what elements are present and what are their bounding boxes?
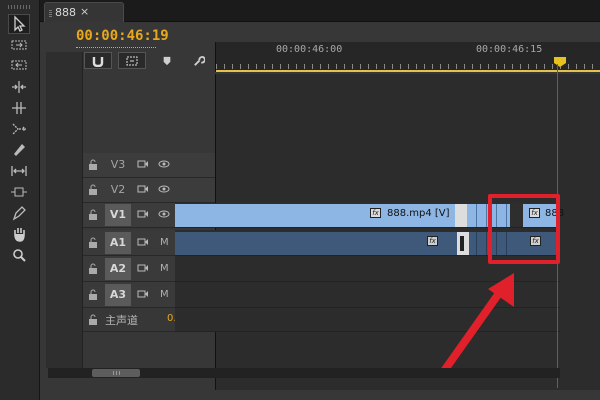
tab-grip[interactable]: [49, 9, 52, 17]
scrollbar-thumb[interactable]: [92, 369, 140, 377]
mute-button[interactable]: M: [160, 263, 169, 274]
track-name-v2[interactable]: V2: [105, 179, 131, 201]
mute-button[interactable]: M: [160, 289, 169, 300]
track-name-a3[interactable]: A3: [105, 284, 131, 306]
selection-tool-icon[interactable]: [8, 14, 30, 34]
linked-selection-button[interactable]: [118, 52, 146, 69]
tab-label: 888: [55, 6, 76, 19]
pen-icon[interactable]: [8, 203, 30, 223]
ruler-label-2: 00:00:46:15: [476, 44, 543, 55]
annotation-arrow-icon: [440, 273, 514, 375]
track-name-v1[interactable]: V1: [105, 204, 131, 226]
work-area-bar[interactable]: [216, 70, 600, 72]
ruler-label-1: 00:00:46:00: [276, 44, 343, 55]
linked-selection-icon: [126, 56, 138, 65]
lock-icon: [89, 209, 97, 220]
razor-icon[interactable]: [8, 140, 30, 160]
video-clip[interactable]: fx 888.mp4 [V]: [175, 204, 455, 227]
snap-button[interactable]: [84, 52, 112, 69]
lock-icon: [89, 263, 97, 274]
track-name-a1[interactable]: A1: [105, 232, 131, 254]
marker-icon[interactable]: [159, 53, 175, 69]
lock-icon: [89, 184, 97, 195]
eye-icon[interactable]: [158, 159, 170, 172]
snap-icon: [92, 56, 104, 67]
panel-grip[interactable]: [8, 5, 32, 9]
sequence-tab-bar: 888 ×: [40, 0, 600, 22]
tools-panel: [0, 0, 40, 400]
lock-icon: [89, 237, 97, 248]
horizontal-scrollbar[interactable]: [48, 368, 560, 378]
film-icon[interactable]: [137, 184, 149, 197]
film-icon[interactable]: [137, 209, 149, 222]
slip-icon[interactable]: [8, 161, 30, 181]
left-frame: [0, 52, 6, 378]
track-select-forward-icon[interactable]: [8, 35, 30, 55]
fx-badge[interactable]: fx: [370, 208, 381, 218]
track-name-v3[interactable]: V3: [105, 154, 131, 176]
timecode-underline: [76, 47, 156, 48]
rate-stretch-icon[interactable]: [8, 119, 30, 139]
hand-icon[interactable]: [8, 224, 30, 244]
lock-icon: [89, 159, 97, 170]
time-ruler[interactable]: 00:00:46:00 00:00:46:15: [215, 42, 600, 72]
lock-icon: [89, 289, 97, 300]
track-header-v2[interactable]: V2: [83, 178, 215, 203]
fx-badge[interactable]: fx: [427, 236, 438, 246]
eye-icon[interactable]: [158, 209, 170, 222]
track-target-column: [46, 52, 83, 368]
ripple-edit-icon[interactable]: [8, 77, 30, 97]
wrench-icon[interactable]: [190, 53, 206, 69]
film-icon[interactable]: [137, 263, 149, 276]
clip-label: 888.mp4 [V]: [387, 208, 450, 219]
tab-sequence[interactable]: 888 ×: [44, 2, 124, 22]
master-track-name: 主声道: [105, 314, 138, 327]
zoom-icon[interactable]: [8, 245, 30, 265]
ruler-ticks: [216, 64, 600, 69]
playhead-timecode[interactable]: 00:00:46:19: [76, 28, 169, 44]
slide-icon[interactable]: [8, 182, 30, 202]
track-name-a2[interactable]: A2: [105, 258, 131, 280]
rolling-edit-icon[interactable]: [8, 98, 30, 118]
film-icon[interactable]: [137, 289, 149, 302]
eye-icon[interactable]: [158, 184, 170, 197]
lock-icon: [89, 314, 97, 325]
mute-button[interactable]: M: [160, 237, 169, 248]
close-icon[interactable]: ×: [80, 5, 89, 18]
track-header-v3[interactable]: V3: [83, 153, 215, 178]
film-icon[interactable]: [137, 237, 149, 250]
film-icon[interactable]: [137, 159, 149, 172]
annotation-highlight-box: [488, 194, 560, 264]
track-select-backward-icon[interactable]: [8, 55, 30, 75]
